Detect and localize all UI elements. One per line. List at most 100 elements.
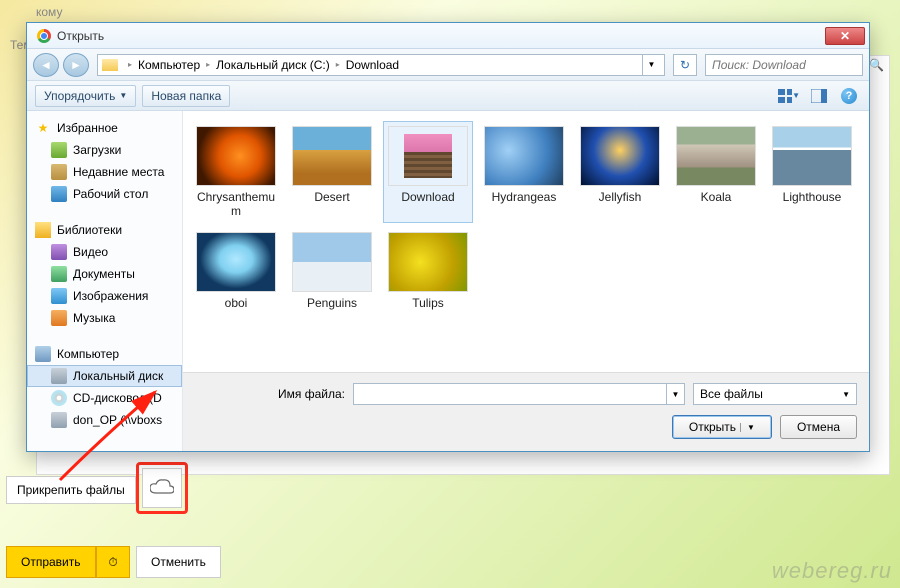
preview-pane-button[interactable]	[807, 85, 831, 107]
file-label: Desert	[314, 190, 349, 204]
file-item[interactable]: Koala	[671, 121, 761, 223]
preview-pane-icon	[811, 89, 827, 103]
file-item[interactable]: Jellyfish	[575, 121, 665, 223]
breadcrumb-seg-drive[interactable]: Локальный диск (C:)	[216, 58, 330, 72]
file-thumbnail	[292, 232, 372, 292]
sidebar-group-libraries[interactable]: Библиотеки	[27, 219, 182, 241]
sidebar-item-cd-drive[interactable]: CD-дисковод (D	[27, 387, 182, 409]
file-thumbnail	[484, 126, 564, 186]
thumbnails-icon	[778, 89, 792, 103]
dialog-title: Открыть	[57, 29, 825, 43]
filetype-filter[interactable]: Все файлы ▼	[693, 383, 857, 405]
file-thumbnail	[196, 126, 276, 186]
file-label: Tulips	[412, 296, 444, 310]
schedule-button[interactable]: ⏱	[96, 546, 130, 578]
file-label: Chrysanthemum	[196, 190, 276, 218]
file-item[interactable]: Hydrangeas	[479, 121, 569, 223]
sidebar: ★ Избранное Загрузки Недавние места Рабо…	[27, 111, 183, 451]
file-label: Hydrangeas	[492, 190, 557, 204]
file-item[interactable]: Download	[383, 121, 473, 223]
sidebar-item-music[interactable]: Музыка	[27, 307, 182, 329]
bg-to-label: кому	[36, 5, 62, 19]
file-item[interactable]: Chrysanthemum	[191, 121, 281, 223]
file-label: Penguins	[307, 296, 357, 310]
file-item[interactable]: Tulips	[383, 227, 473, 315]
file-thumbnail	[388, 126, 468, 186]
images-icon	[51, 288, 67, 304]
sidebar-group-favorites[interactable]: ★ Избранное	[27, 117, 182, 139]
breadcrumb-seg-computer[interactable]: Компьютер	[138, 58, 200, 72]
filename-label: Имя файла:	[195, 387, 345, 401]
search-box[interactable]: 🔍	[705, 54, 863, 76]
libraries-icon	[35, 222, 51, 238]
sidebar-group-computer[interactable]: Компьютер	[27, 343, 182, 365]
file-label: Download	[401, 190, 454, 204]
folder-icon	[102, 59, 118, 71]
nav-forward-button[interactable]: ►	[63, 53, 89, 77]
filename-input[interactable]	[354, 387, 666, 401]
sidebar-item-network[interactable]: don_OP (\\vboxs	[27, 409, 182, 431]
file-thumbnail	[388, 232, 468, 292]
archive-icon	[404, 134, 452, 178]
chrome-icon	[37, 29, 51, 43]
file-open-dialog: Открыть ✕ ◄ ► ▸ Компьютер ▸ Локальный ди…	[26, 22, 870, 452]
breadcrumb-seg-folder[interactable]: Download	[346, 58, 399, 72]
titlebar[interactable]: Открыть ✕	[27, 23, 869, 49]
attach-label: Прикрепить файлы	[17, 483, 125, 497]
file-label: Lighthouse	[783, 190, 842, 204]
filename-combobox[interactable]: ▼	[353, 383, 685, 405]
chevron-down-icon: ▼	[842, 390, 850, 399]
clock-icon: ⏱	[108, 555, 117, 570]
navbar: ◄ ► ▸ Компьютер ▸ Локальный диск (C:) ▸ …	[27, 49, 869, 81]
sidebar-item-documents[interactable]: Документы	[27, 263, 182, 285]
sidebar-item-downloads[interactable]: Загрузки	[27, 139, 182, 161]
attach-files-button[interactable]: Прикрепить файлы	[6, 476, 136, 504]
file-thumbnail	[196, 232, 276, 292]
file-thumbnail	[772, 126, 852, 186]
new-folder-button[interactable]: Новая папка	[142, 85, 230, 107]
recent-icon	[51, 164, 67, 180]
music-icon	[51, 310, 67, 326]
toolbar: Упорядочить ▼ Новая папка ▼ ?	[27, 81, 869, 111]
open-button[interactable]: Открыть ▼	[672, 415, 772, 439]
search-input[interactable]	[712, 58, 869, 72]
file-grid[interactable]: Chrysanthemum Desert Download Hydrangeas Jel…	[183, 111, 869, 372]
computer-icon	[35, 346, 51, 362]
sidebar-item-images[interactable]: Изображения	[27, 285, 182, 307]
file-thumbnail	[676, 126, 756, 186]
dialog-footer: Имя файла: ▼ Все файлы ▼ Открыть ▼	[183, 372, 869, 451]
sidebar-item-desktop[interactable]: Рабочий стол	[27, 183, 182, 205]
file-item[interactable]: Lighthouse	[767, 121, 857, 223]
cancel-button[interactable]: Отмена	[780, 415, 857, 439]
help-button[interactable]: ?	[837, 85, 861, 107]
file-item[interactable]: Desert	[287, 121, 377, 223]
sidebar-item-recent[interactable]: Недавние места	[27, 161, 182, 183]
star-icon: ★	[35, 120, 51, 136]
search-icon[interactable]: 🔍	[869, 58, 884, 72]
breadcrumb-dropdown[interactable]: ▼	[642, 54, 660, 76]
filename-dropdown[interactable]: ▼	[666, 383, 684, 405]
cloud-icon	[150, 479, 174, 498]
watermark: webereg.ru	[772, 558, 892, 584]
close-button[interactable]: ✕	[825, 27, 865, 45]
sidebar-item-video[interactable]: Видео	[27, 241, 182, 263]
desktop-icon	[51, 186, 67, 202]
help-icon: ?	[841, 88, 857, 104]
file-thumbnail	[580, 126, 660, 186]
video-icon	[51, 244, 67, 260]
documents-icon	[51, 266, 67, 282]
file-label: oboi	[225, 296, 248, 310]
file-thumbnail	[292, 126, 372, 186]
file-item[interactable]: oboi	[191, 227, 281, 315]
file-item[interactable]: Penguins	[287, 227, 377, 315]
sidebar-item-local-disk[interactable]: Локальный диск	[27, 365, 182, 387]
view-mode-button[interactable]: ▼	[777, 85, 801, 107]
refresh-button[interactable]: ↻	[673, 54, 697, 76]
cancel-compose-button[interactable]: Отменить	[136, 546, 221, 578]
hdd-icon	[51, 368, 67, 384]
breadcrumb[interactable]: ▸ Компьютер ▸ Локальный диск (C:) ▸ Down…	[97, 54, 665, 76]
organize-button[interactable]: Упорядочить ▼	[35, 85, 136, 107]
attach-cloud-button[interactable]	[142, 468, 182, 508]
send-button[interactable]: Отправить	[6, 546, 96, 578]
nav-back-button[interactable]: ◄	[33, 53, 59, 77]
